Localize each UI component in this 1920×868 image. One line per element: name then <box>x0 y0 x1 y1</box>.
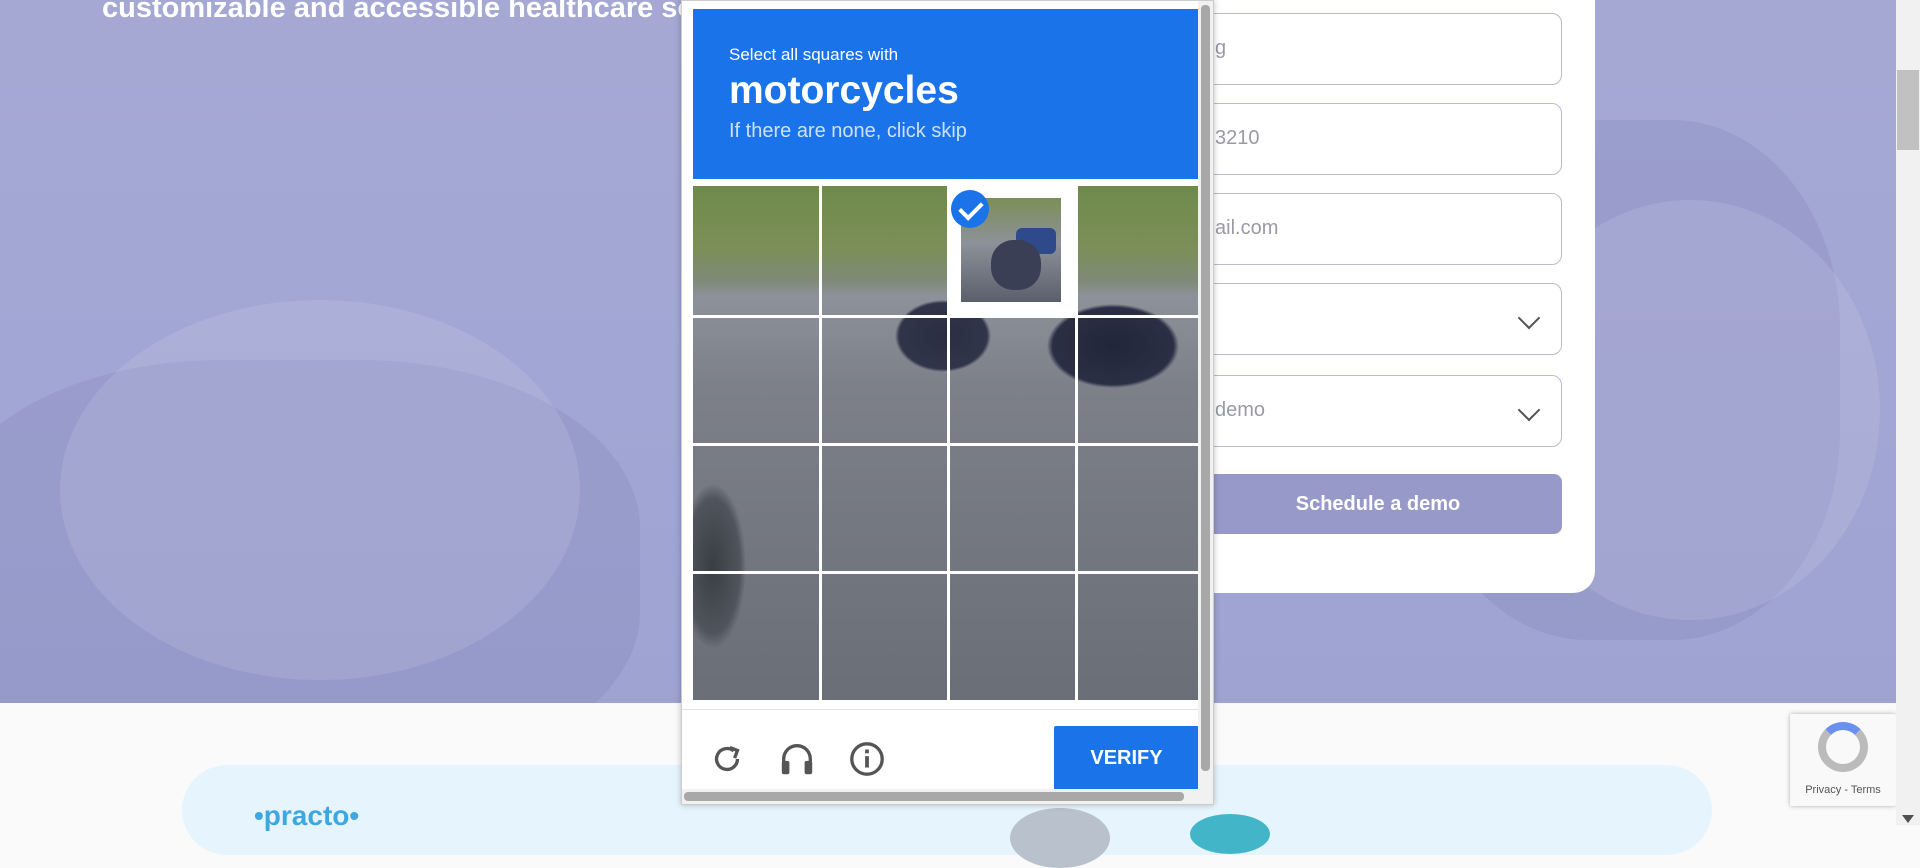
partner-image <box>1010 808 1110 868</box>
captcha-tile[interactable] <box>822 574 948 700</box>
captcha-tile[interactable] <box>1078 186 1199 312</box>
captcha-horizontal-scrollbar[interactable] <box>682 789 1198 804</box>
reload-icon[interactable] <box>708 740 746 778</box>
page-scrollbar-thumb[interactable] <box>1897 70 1919 150</box>
captcha-vertical-scrollbar[interactable] <box>1198 1 1213 804</box>
recaptcha-logo-icon <box>1818 722 1868 772</box>
partner-image <box>1190 814 1270 854</box>
email-field-placeholder: ail.com <box>1215 217 1279 239</box>
recaptcha-badge[interactable]: Privacy - Terms <box>1790 714 1896 806</box>
page-scrollbar[interactable] <box>1896 0 1920 825</box>
hero-decoration <box>60 300 580 680</box>
phone-field[interactable]: 3210 <box>1194 103 1562 175</box>
name-field-placeholder: g <box>1215 37 1227 59</box>
captcha-tile[interactable] <box>950 446 1076 572</box>
email-field[interactable]: ail.com <box>1194 193 1562 265</box>
captcha-tile[interactable] <box>950 318 1076 444</box>
captcha-tile[interactable] <box>822 186 948 312</box>
captcha-tile[interactable] <box>693 574 819 700</box>
captcha-target-object: motorcycles <box>729 69 959 112</box>
recaptcha-links[interactable]: Privacy - Terms <box>1790 784 1896 796</box>
captcha-tile[interactable] <box>1078 574 1199 700</box>
captcha-tile[interactable] <box>950 574 1076 700</box>
captcha-tile[interactable] <box>1078 318 1199 444</box>
select-one[interactable] <box>1194 283 1562 355</box>
verify-button[interactable]: VERIFY <box>1054 726 1199 790</box>
practo-logo: •practo• <box>254 800 360 831</box>
phone-field-placeholder: 3210 <box>1215 127 1260 149</box>
select-demo-value: demo <box>1215 399 1266 421</box>
captcha-tile[interactable] <box>822 446 948 572</box>
chevron-down-icon <box>1517 398 1541 422</box>
captcha-tile[interactable] <box>822 318 948 444</box>
scroll-down-arrow-icon[interactable] <box>1902 815 1914 823</box>
captcha-tile[interactable] <box>693 446 819 572</box>
info-icon[interactable] <box>848 740 886 778</box>
captcha-challenge-dialog: Select all squares with motorcycles If t… <box>681 0 1214 805</box>
captcha-tile[interactable] <box>693 318 819 444</box>
captcha-instruction: Select all squares with <box>729 45 899 64</box>
captcha-horizontal-scrollbar-thumb[interactable] <box>684 792 1184 801</box>
motorcycle-shape <box>991 240 1041 290</box>
captcha-header: Select all squares with motorcycles If t… <box>693 9 1199 179</box>
captcha-tile-selected[interactable] <box>947 186 1075 316</box>
captcha-skip-hint: If there are none, click skip <box>729 120 967 142</box>
captcha-tile[interactable] <box>693 186 819 312</box>
audio-icon[interactable] <box>778 740 816 778</box>
captcha-vertical-scrollbar-thumb[interactable] <box>1201 5 1210 771</box>
chevron-down-icon <box>1517 306 1541 330</box>
captcha-image-grid <box>693 186 1199 700</box>
schedule-demo-button[interactable]: Schedule a demo <box>1194 474 1562 534</box>
captcha-tile[interactable] <box>1078 446 1199 572</box>
name-field[interactable]: g <box>1194 13 1562 85</box>
checkmark-icon <box>951 190 989 228</box>
demo-form-card: g 3210 ail.com demo Schedule a demo <box>1180 0 1595 593</box>
select-demo[interactable]: demo <box>1194 375 1562 447</box>
hero-headline: customizable and accessible healthcare s… <box>102 0 721 24</box>
